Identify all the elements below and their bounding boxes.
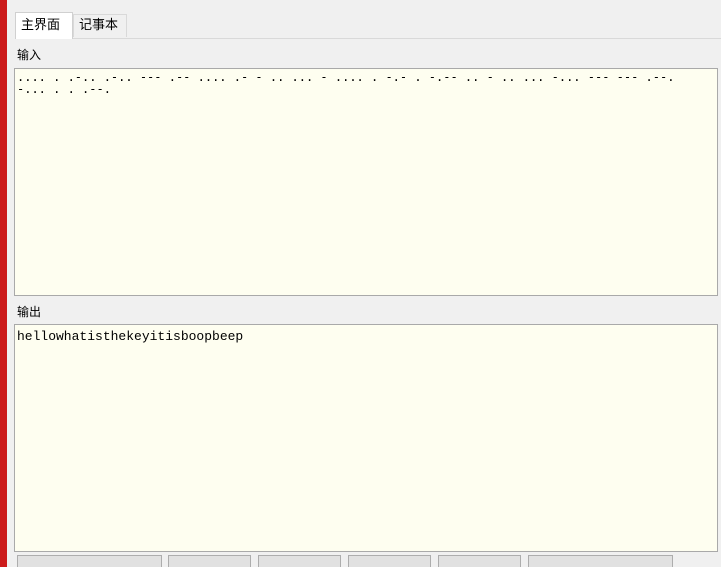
tab-main[interactable]: 主界面 (15, 12, 73, 39)
input-textarea[interactable]: .... . .-.. .-.. --- .-- .... .- - .. ..… (14, 68, 718, 296)
button-row (15, 555, 721, 567)
chevron-up-icon[interactable]: ⌃ (711, 69, 717, 89)
action-button-1[interactable] (17, 555, 162, 567)
output-text: hellowhatisthekeyitisboopbeep (17, 329, 244, 344)
output-label: 输出 (17, 305, 42, 319)
output-textarea[interactable]: hellowhatisthekeyitisboopbeep ⌃ ⌄ (14, 324, 718, 552)
action-button-3[interactable] (258, 555, 341, 567)
chevron-up-icon[interactable]: ⌃ (711, 325, 717, 345)
tab-notepad[interactable]: 记事本 (73, 14, 127, 37)
action-button-5[interactable] (438, 555, 521, 567)
action-button-4[interactable] (348, 555, 431, 567)
main-panel: 主界面 记事本 输入 .... . .-.. .-.. --- .-- ....… (7, 0, 721, 567)
input-text: .... . .-.. .-.. --- .-- .... .- - .. ..… (17, 70, 682, 96)
chevron-down-icon[interactable]: ⌄ (711, 531, 717, 551)
chevron-down-icon[interactable]: ⌄ (711, 275, 717, 295)
action-button-2[interactable] (168, 555, 251, 567)
tab-strip: 主界面 记事本 (15, 12, 721, 39)
input-scrollbar[interactable]: ⌃ ⌄ (711, 69, 717, 295)
action-button-6[interactable] (528, 555, 673, 567)
input-label: 输入 (17, 48, 42, 62)
output-scrollbar[interactable]: ⌃ ⌄ (711, 325, 717, 551)
